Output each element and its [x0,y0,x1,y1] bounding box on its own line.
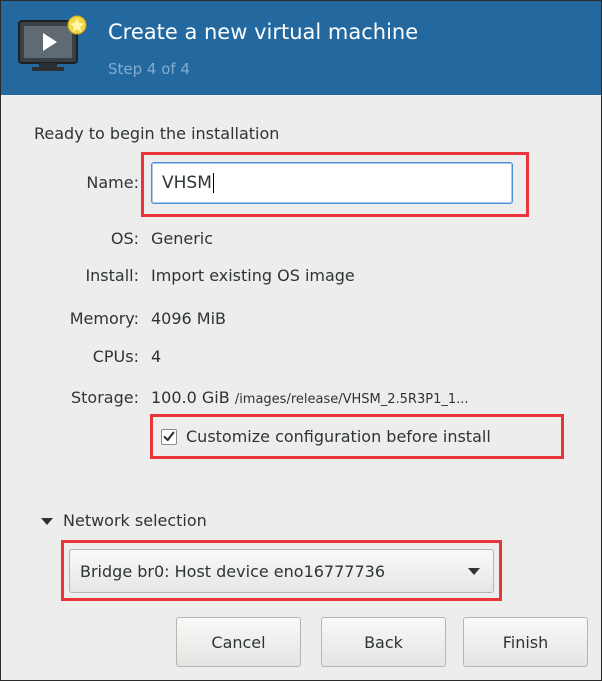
chevron-down-icon [468,568,480,575]
text-caret [212,173,214,193]
customize-checkbox[interactable] [161,429,177,445]
cpus-label: CPUs: [92,347,139,366]
step-indicator: Step 4 of 4 [108,60,191,78]
create-vm-dialog: Create a new virtual machine Step 4 of 4… [0,0,602,681]
storage-label: Storage: [71,388,139,407]
install-value: Import existing OS image [151,266,355,285]
install-label: Install: [85,266,139,285]
name-label: Name: [86,173,139,192]
back-button[interactable]: Back [321,617,446,667]
checkmark-icon [163,431,175,442]
os-value: Generic [151,229,214,248]
network-expander[interactable]: Network selection [63,511,207,530]
os-label: OS: [110,229,139,248]
ready-heading: Ready to begin the installation [34,124,280,143]
dialog-header: Create a new virtual machine Step 4 of 4 [1,1,601,95]
customize-checkbox-label[interactable]: Customize configuration before install [186,427,491,446]
network-selected-value: Bridge br0: Host device eno16777736 [80,561,385,581]
triangle-down-icon[interactable] [41,518,53,526]
name-input[interactable]: VHSM [151,162,513,204]
dialog-title: Create a new virtual machine [108,20,419,44]
storage-path: /images/release/VHSM_2.5R3P1_1... [234,392,469,407]
name-input-value: VHSM [162,173,212,193]
network-source-combo[interactable]: Bridge br0: Host device eno16777736 [69,549,494,593]
storage-value: 100.0 GiB /images/release/VHSM_2.5R3P1_1… [151,388,469,407]
virtual-machine-new-icon [18,15,87,71]
memory-value: 4096 MiB [151,309,227,328]
storage-size: 100.0 GiB [151,388,230,407]
cancel-button[interactable]: Cancel [176,617,301,667]
cpus-value: 4 [151,347,162,366]
finish-button[interactable]: Finish [463,617,588,667]
memory-label: Memory: [69,309,139,328]
